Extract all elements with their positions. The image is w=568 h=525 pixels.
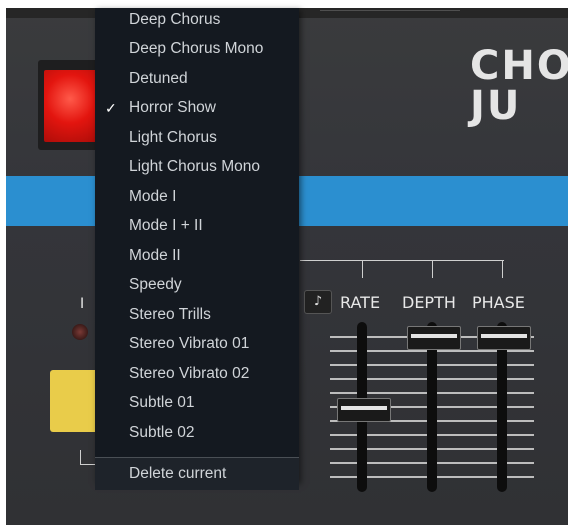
delete-current-label: Delete current [129,465,227,482]
menu-item[interactable]: Mode I [95,183,299,211]
preset-menu: Deep Chorus Deep Chorus Mono Detuned ✓ Ho… [95,6,299,490]
rate-slider-thumb[interactable] [337,398,391,422]
menu-item-label: Mode II [129,247,181,264]
bottom-bracket [80,450,95,465]
menu-item[interactable]: Stereo Vibrato 01 [95,330,299,358]
depth-label: DEPTH [402,293,456,312]
bracket-tick [502,260,503,278]
power-button[interactable] [44,70,102,142]
menu-item-label: Mode I + II [129,217,203,234]
depth-slider-thumb[interactable] [407,326,461,350]
menu-item[interactable]: Subtle 01 [95,389,299,417]
led-indicator [72,324,88,340]
slider-group-bracket [300,260,504,279]
mode-button[interactable] [50,370,98,432]
rate-label: RATE [340,293,381,312]
bracket-tick [362,260,363,278]
menu-item-label: Light Chorus Mono [129,158,260,175]
mode-i-label: I [80,296,85,312]
menu-item-label: Detuned [129,70,188,87]
menu-item-selected[interactable]: ✓ Horror Show [95,94,299,122]
logo: CHO JU [470,46,568,146]
tempo-sync-button[interactable]: ♪ [304,290,332,314]
menu-item[interactable]: Light Chorus [95,124,299,152]
menu-item[interactable]: Light Chorus Mono [95,153,299,181]
menu-item[interactable]: Deep Chorus Mono [95,35,299,63]
menu-item-label: Speedy [129,276,182,293]
menu-item[interactable]: Stereo Trills [95,301,299,329]
menu-item[interactable]: Mode II [95,242,299,270]
menu-item[interactable]: Subtle 02 [95,419,299,447]
menu-item[interactable]: Stereo Vibrato 02 [95,360,299,388]
logo-bottom: JU [470,83,522,129]
bracket-tick [432,260,433,278]
menu-item-label: Deep Chorus [129,11,221,28]
menu-item-label: Subtle 01 [129,394,195,411]
delete-current-button[interactable]: Delete current [95,460,299,488]
logo-top: CHO [470,43,568,89]
menu-item-label: Stereo Vibrato 02 [129,365,250,382]
menu-item[interactable]: Deep Chorus [95,6,299,34]
menu-item[interactable]: Detuned [95,65,299,93]
menu-item-label: Deep Chorus Mono [129,40,264,57]
checkmark-icon: ✓ [105,100,117,116]
menu-item-label: Stereo Vibrato 01 [129,335,250,352]
menu-item-label: Horror Show [129,99,216,116]
menu-item-label: Light Chorus [129,129,217,146]
menu-item-label: Subtle 02 [129,424,195,441]
phase-slider-thumb[interactable] [477,326,531,350]
menu-item[interactable]: Mode I + II [95,212,299,240]
menu-item-label: Mode I [129,188,177,205]
music-note-icon: ♪ [313,294,323,309]
phase-label: PHASE [472,293,525,312]
top-decoration [320,10,460,21]
menu-item-label: Stereo Trills [129,306,211,323]
menu-item[interactable]: Speedy [95,271,299,299]
